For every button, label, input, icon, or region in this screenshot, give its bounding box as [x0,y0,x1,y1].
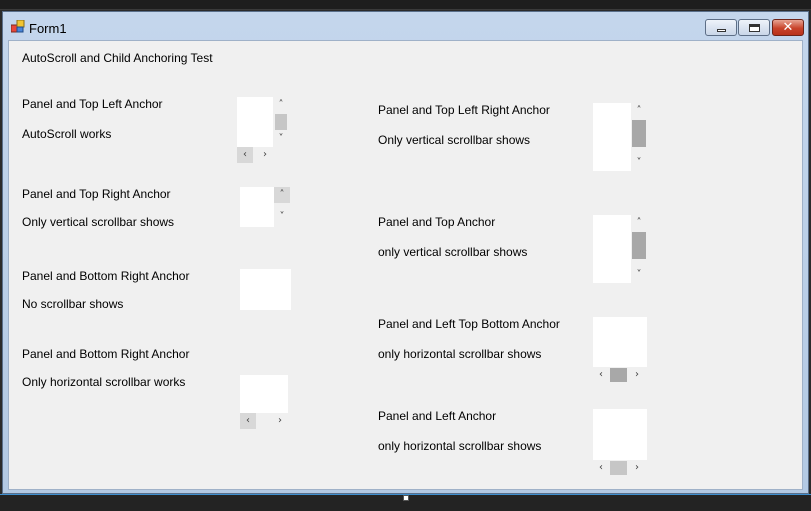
section-note: only horizontal scrollbar shows [378,347,542,361]
scroll-thumb[interactable] [610,368,627,382]
title-bar[interactable]: Form1 ✕ [3,12,808,40]
section-note: AutoScroll works [22,127,112,141]
maximize-button[interactable] [738,19,770,36]
close-button[interactable]: ✕ [772,19,804,36]
scroll-thumb[interactable] [632,232,646,259]
section-note: Only horizontal scrollbar works [22,375,186,389]
section-title: Panel and Bottom Right Anchor [22,269,190,283]
section-title: Panel and Bottom Right Anchor [22,347,190,361]
horizontal-scrollbar[interactable]: ‹ › [593,367,647,383]
section-title: Panel and Top Left Anchor [22,97,163,111]
scroll-right-arrow-icon[interactable]: › [629,460,645,476]
scroll-left-arrow-icon[interactable]: ‹ [240,413,256,429]
form-window: Form1 ✕ AutoScroll and Child Anchoring T… [2,11,809,494]
scroll-thumb[interactable] [632,120,646,147]
section-note: Only vertical scrollbar shows [378,133,531,147]
scroll-right-arrow-icon[interactable]: › [257,147,273,163]
scroll-right-arrow-icon[interactable]: › [629,367,645,383]
close-icon: ✕ [782,20,794,35]
scroll-down-arrow-icon[interactable]: ˅ [274,209,290,225]
scroll-thumb[interactable] [275,114,287,130]
section-title: Panel and Top Left Right Anchor [378,103,550,117]
section-note: only horizontal scrollbar shows [378,439,542,453]
vertical-scrollbar[interactable]: ˄ ˅ [631,103,647,171]
scroll-up-arrow-icon[interactable]: ˄ [631,103,647,119]
panel-top-left-anchor[interactable] [237,97,273,147]
scroll-left-arrow-icon[interactable]: ‹ [237,147,253,163]
section-note: Only vertical scrollbar shows [22,215,175,229]
vertical-scrollbar[interactable]: ˄ ˅ [273,97,289,147]
app-icon [11,20,25,33]
scroll-down-arrow-icon[interactable]: ˅ [273,131,289,147]
section-title: Panel and Top Anchor [378,215,496,229]
top-edge [0,0,811,10]
scroll-thumb[interactable] [610,461,627,475]
client-area: AutoScroll and Child Anchoring Test Pane… [8,40,803,490]
section-title: Panel and Left Top Bottom Anchor [378,317,560,331]
resize-grip[interactable] [403,495,409,501]
scroll-left-arrow-icon[interactable]: ‹ [593,460,609,476]
panel-top-right-anchor[interactable] [240,187,274,227]
section-note: No scrollbar shows [22,297,124,311]
minimize-button[interactable] [705,19,737,36]
panel-top-anchor[interactable] [593,215,631,283]
horizontal-scrollbar[interactable]: ‹ › [237,147,273,163]
panel-left-top-bottom-anchor[interactable] [593,317,647,367]
panel-top-left-right-anchor[interactable] [593,103,631,171]
horizontal-scrollbar[interactable]: ‹ › [593,460,647,476]
section-title: Panel and Top Right Anchor [22,187,171,201]
vertical-scrollbar[interactable]: ˄ ˅ [274,187,290,227]
scroll-up-arrow-icon[interactable]: ˄ [631,215,647,231]
scroll-down-arrow-icon[interactable]: ˅ [631,267,647,283]
section-note: only vertical scrollbar shows [378,245,528,259]
scroll-down-arrow-icon[interactable]: ˅ [631,155,647,171]
vertical-scrollbar[interactable]: ˄ ˅ [631,215,647,283]
panel-bottom-right-anchor[interactable] [240,269,291,310]
scroll-up-arrow-icon[interactable]: ˄ [274,187,290,203]
maximize-icon [748,23,760,32]
form-heading: AutoScroll and Child Anchoring Test [22,51,213,65]
scroll-right-arrow-icon[interactable]: › [272,413,288,429]
panel-bottom-right-anchor-2[interactable] [240,375,288,413]
horizontal-scrollbar[interactable]: ‹ › [240,413,288,429]
section-title: Panel and Left Anchor [378,409,497,423]
scroll-left-arrow-icon[interactable]: ‹ [593,367,609,383]
minimize-icon [716,28,726,32]
window-title: Form1 [29,21,67,36]
panel-left-anchor[interactable] [593,409,647,460]
scroll-up-arrow-icon[interactable]: ˄ [273,97,289,113]
